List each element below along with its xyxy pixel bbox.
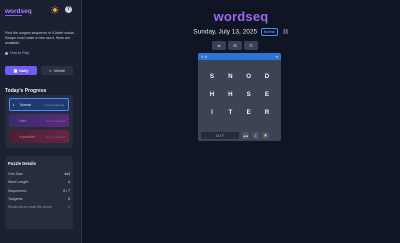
- page-title: wordseq: [213, 9, 269, 24]
- sequence-counter: 0 / 7: [201, 132, 239, 139]
- puzzle-details-title: Puzzle Details: [8, 161, 36, 166]
- detail-row-grid-size: Grid Size: 4x3: [8, 172, 70, 176]
- game-toolbar: ⇆ ⊞ ⊟: [212, 41, 258, 50]
- detail-row-sequenced: Sequenced: 0 / 7: [8, 189, 70, 193]
- detail-row-tangents: Tangents: 3: [8, 197, 70, 201]
- how-to-play-link[interactable]: How to Play: [5, 51, 29, 55]
- detail-value: 4x3: [64, 172, 70, 176]
- puzzle-date: Sunday, July 13, 2025: [193, 28, 258, 36]
- puzzle-details-card: Puzzle Details Grid Size: 4x3 Word Lengt…: [5, 156, 73, 229]
- progress-title: Today's Progress: [5, 88, 47, 94]
- letter-cell[interactable]: I: [206, 109, 218, 116]
- date-line: Sunday, July 13, 2025 Normal ⛓: [82, 28, 400, 36]
- logo[interactable]: wordseq: [5, 8, 32, 15]
- hint-button[interactable]: 💡: [262, 132, 269, 139]
- daily-label: Daily: [19, 68, 29, 73]
- sidebar: wordseq ? Find the longest sequence of 4…: [0, 0, 82, 243]
- logo-underline: [5, 15, 22, 16]
- how-to-play-label: How to Play: [10, 51, 30, 55]
- letter-cell[interactable]: N: [224, 73, 236, 80]
- intro-text: Find the longest sequence of 4-letter wo…: [5, 31, 75, 45]
- game-footer: 0 / 7 ◀◀ II 💡: [198, 130, 281, 141]
- arrow-right-icon: ▸: [13, 103, 15, 107]
- infinite-label: Infinite: [53, 68, 65, 73]
- toolbar-button-2[interactable]: ⊞: [228, 41, 242, 50]
- letter-cell[interactable]: E: [261, 91, 273, 98]
- game-panel: ✎ 4 ⇥ S N O D H H S E I T E R 0 / 7 ◀◀ I…: [198, 53, 281, 141]
- link-icon[interactable]: ⛓: [282, 29, 288, 35]
- progress-status: Not completed: [44, 102, 64, 107]
- progress-status: Not completed: [45, 118, 65, 123]
- letter-cell[interactable]: T: [224, 109, 236, 116]
- toolbar-button-1[interactable]: ⇆: [212, 41, 226, 50]
- progress-item-hard[interactable]: Hard Not completed: [9, 114, 69, 127]
- sun-icon[interactable]: [51, 6, 59, 14]
- detail-value: 4: [68, 180, 70, 185]
- detail-label: Tangents:: [8, 196, 24, 201]
- detail-footer: Words solved made this puzzle 0: [8, 205, 70, 209]
- grid-row: I T E R: [203, 103, 276, 121]
- detail-label: Sequenced:: [8, 188, 27, 193]
- detail-footer-value: 0: [68, 205, 70, 210]
- letter-cell[interactable]: H: [206, 91, 218, 98]
- header-count: 4: [205, 54, 208, 59]
- letter-cell[interactable]: S: [206, 73, 218, 80]
- pencil-icon: ✎: [201, 54, 205, 59]
- daily-mode-button[interactable]: ▦ Daily: [5, 66, 37, 75]
- letter-cell[interactable]: S: [243, 91, 255, 98]
- letter-grid: S N O D H H S E I T E R: [203, 67, 276, 121]
- grid-row: S N O D: [203, 67, 276, 85]
- letter-cell[interactable]: R: [261, 109, 273, 116]
- toolbar-button-3[interactable]: ⊟: [244, 41, 258, 50]
- detail-value: 0 / 7: [63, 188, 70, 193]
- detail-row-word-length: Word Length: 4: [8, 180, 70, 184]
- progress-status: Not completed: [45, 134, 65, 139]
- rewind-button[interactable]: ◀◀: [242, 132, 249, 139]
- progress-label: Hard: [19, 118, 27, 123]
- progress-item-impossible[interactable]: Impossible Not completed: [9, 130, 69, 143]
- calendar-icon: ▦: [13, 69, 18, 73]
- grid-row: H H S E: [203, 85, 276, 103]
- detail-footer-label: Words solved made this puzzle: [8, 205, 53, 210]
- main-area: wordseq Sunday, July 13, 2025 Normal ⛓ ⇆…: [82, 0, 400, 243]
- pause-button[interactable]: II: [252, 132, 259, 139]
- app-root: wordseq ? Find the longest sequence of 4…: [0, 0, 400, 243]
- help-icon[interactable]: ?: [65, 6, 72, 13]
- header-right-icon[interactable]: ⇥: [275, 55, 278, 59]
- game-panel-header: ✎ 4 ⇥: [198, 53, 281, 60]
- info-icon: [5, 51, 8, 55]
- progress-item-normal[interactable]: ▸ Normal Not completed: [9, 98, 69, 111]
- letter-cell[interactable]: D: [261, 73, 273, 80]
- progress-label: Impossible: [19, 134, 36, 139]
- progress-label: Normal: [20, 102, 31, 107]
- letter-cell[interactable]: H: [224, 91, 236, 98]
- difficulty-badge: Normal: [260, 28, 278, 36]
- detail-label: Grid Size:: [8, 172, 24, 176]
- letter-cell[interactable]: O: [243, 73, 255, 80]
- letter-cell[interactable]: E: [243, 109, 255, 116]
- detail-label: Word Length:: [8, 180, 29, 185]
- progress-card: ▸ Normal Not completed Hard Not complete…: [5, 95, 73, 148]
- detail-value: 3: [68, 196, 70, 201]
- infinity-icon: ∞: [49, 68, 52, 73]
- header-left: ✎ 4: [201, 55, 207, 59]
- infinite-mode-button[interactable]: ∞ Infinite: [41, 66, 73, 75]
